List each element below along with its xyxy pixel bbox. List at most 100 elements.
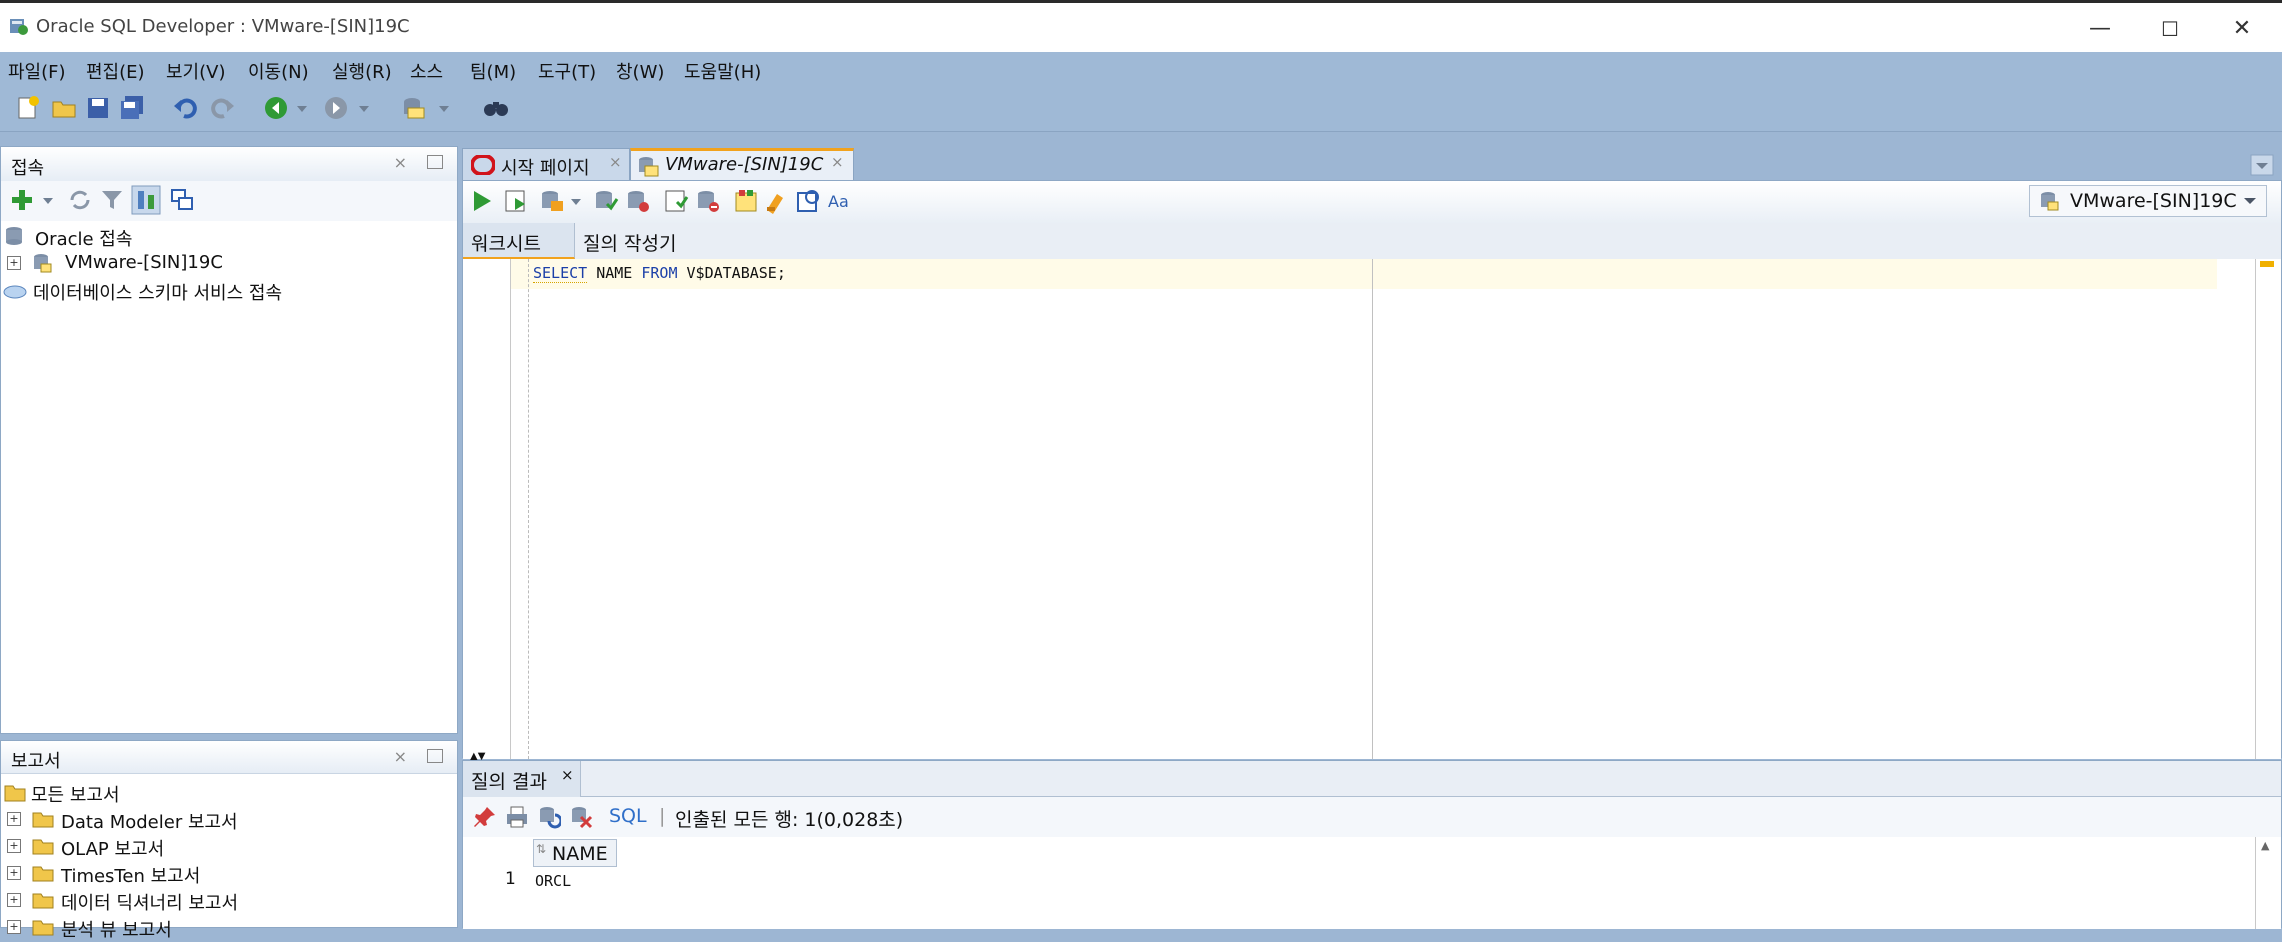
sql-worksheet-icon (639, 157, 659, 177)
chevron-down-icon[interactable] (354, 94, 374, 122)
right-margin-line (1372, 259, 1373, 759)
reports-panel-title: 보고서 (11, 751, 61, 772)
expand-icon[interactable]: + (7, 839, 21, 853)
sql-link[interactable]: SQL (609, 805, 647, 827)
minimize-panel-icon[interactable] (427, 155, 443, 169)
tab-close-button[interactable]: × (609, 153, 622, 171)
menu-view[interactable]: 보기(V) (166, 58, 225, 84)
menu-team[interactable]: 팀(M) (470, 58, 516, 84)
clear-icon[interactable] (763, 188, 789, 214)
cancel-query-icon[interactable] (569, 805, 593, 829)
column-header-name[interactable]: ⇅ NAME (533, 839, 617, 867)
subtab-worksheet[interactable]: 워크시트 (463, 223, 575, 259)
chevron-down-icon[interactable] (41, 187, 55, 213)
menu-window[interactable]: 창(W) (616, 58, 664, 84)
chevron-down-icon[interactable] (569, 188, 583, 214)
reports-panel-close-button[interactable]: × (394, 747, 407, 766)
close-button[interactable]: ✕ (2212, 9, 2272, 49)
undo-icon[interactable] (172, 94, 200, 122)
chevron-down-icon[interactable] (434, 94, 454, 122)
expand-icon[interactable]: + (7, 866, 21, 880)
add-connection-icon[interactable] (9, 187, 35, 213)
report-item-data-dictionary[interactable]: + 데이터 딕셔너리 보고서 (1, 887, 451, 914)
connections-panel: 접속 × Oracle 접속 + VMware-[SIN]19C 데이터베이스 … (0, 146, 458, 734)
sql-tuning-icon[interactable] (695, 188, 721, 214)
cell-name[interactable]: ORCL (535, 872, 571, 890)
warning-marker[interactable] (2260, 261, 2274, 267)
commit-icon[interactable] (593, 188, 619, 214)
save-icon[interactable] (84, 94, 112, 122)
table-row[interactable]: 1 ORCL (463, 867, 623, 895)
redo-icon[interactable] (208, 94, 236, 122)
new-file-icon[interactable] (14, 94, 42, 122)
sql-worksheet-icon[interactable] (400, 94, 428, 122)
tab-close-button[interactable]: × (831, 153, 844, 171)
expand-icon[interactable]: + (7, 893, 21, 907)
tab-close-button[interactable]: × (561, 766, 574, 784)
subtab-query-builder[interactable]: 질의 작성기 (583, 229, 676, 256)
title-bar: Oracle SQL Developer : VMware-[SIN]19C —… (0, 0, 2282, 52)
sql-tuning-advisor-icon[interactable] (795, 188, 821, 214)
pin-icon[interactable] (473, 805, 497, 829)
open-folder-icon[interactable] (50, 94, 78, 122)
filter-icon[interactable] (99, 187, 125, 213)
explain-plan-icon[interactable] (663, 188, 689, 214)
maximize-button[interactable]: ☐ (2140, 9, 2200, 49)
connections-panel-close-button[interactable]: × (394, 153, 407, 172)
main-toolbar (0, 88, 2282, 132)
expand-icon[interactable]: + (7, 920, 21, 934)
sort-icon: ⇅ (536, 842, 547, 856)
binoculars-icon[interactable] (482, 94, 510, 122)
back-icon[interactable] (262, 94, 290, 122)
tree-item-label: OLAP 보고서 (61, 839, 165, 860)
results-grid: ⇅ NAME 1 ORCL ▲ (463, 837, 2281, 929)
chevron-down-icon (2244, 198, 2256, 204)
refresh-icon[interactable] (67, 187, 93, 213)
format-icon[interactable]: Aa (827, 188, 853, 214)
folder-icon (32, 893, 54, 909)
schema-browser-icon[interactable] (131, 185, 161, 215)
report-item-timesten[interactable]: + TimesTen 보고서 (1, 860, 451, 887)
tab-query-result[interactable]: 질의 결과 × (463, 761, 581, 797)
connection-selector[interactable]: VMware-[SIN]19C (2029, 185, 2267, 217)
expand-icon[interactable]: + (7, 812, 21, 826)
menu-run[interactable]: 실행(R) (332, 58, 392, 84)
tab-list-icon[interactable] (2250, 154, 2274, 176)
menu-file[interactable]: 파일(F) (8, 58, 66, 84)
menu-help[interactable]: 도움말(H) (684, 58, 761, 84)
print-icon[interactable] (505, 805, 529, 829)
menu-tools[interactable]: 도구(T) (538, 58, 596, 84)
chevron-down-icon[interactable] (292, 94, 312, 122)
rollback-icon[interactable] (625, 188, 651, 214)
sql-history-icon[interactable] (733, 188, 759, 214)
tree-item-oracle-connections[interactable]: Oracle 접속 (1, 223, 451, 250)
expand-icon[interactable]: + (7, 256, 21, 270)
save-all-icon[interactable] (118, 94, 146, 122)
menu-navigate[interactable]: 이동(N) (248, 58, 309, 84)
report-item-olap[interactable]: + OLAP 보고서 (1, 833, 451, 860)
refresh-query-icon[interactable] (537, 805, 561, 829)
minimize-panel-icon[interactable] (427, 749, 443, 763)
report-item-all[interactable]: 모든 보고서 (1, 779, 451, 806)
collapse-all-icon[interactable] (169, 187, 195, 213)
tree-item-cloud-connections[interactable]: 데이터베이스 스키마 서비스 접속 (1, 277, 451, 304)
line-gutter (463, 259, 511, 759)
app-icon (10, 19, 28, 35)
autotrace-icon[interactable] (539, 188, 565, 214)
minimize-button[interactable]: — (2070, 9, 2130, 49)
scroll-up-icon[interactable]: ▲ (2261, 839, 2269, 852)
report-item-data-modeler[interactable]: + Data Modeler 보고서 (1, 806, 451, 833)
tree-item-vmware-connection[interactable]: + VMware-[SIN]19C (1, 250, 451, 277)
tab-start-page[interactable]: 시작 페이지 × (462, 148, 630, 183)
forward-icon[interactable] (322, 94, 350, 122)
run-script-icon[interactable] (503, 188, 529, 214)
results-scrollbar[interactable]: ▲ (2255, 837, 2279, 929)
menu-source[interactable]: 소스 (410, 58, 443, 84)
reports-panel: 보고서 × 모든 보고서 + Data Modeler 보고서 + OLAP 보… (0, 740, 458, 941)
sql-keyword-select: SELECT (533, 264, 588, 283)
code-area[interactable]: SELECT NAME FROM V$DATABASE; (463, 259, 2281, 759)
run-statement-icon[interactable] (469, 188, 495, 214)
editor-toolbar: Aa VMware-[SIN]19C (463, 181, 2281, 224)
menu-edit[interactable]: 편집(E) (86, 58, 145, 84)
tree-item-label: TimesTen 보고서 (61, 866, 201, 887)
